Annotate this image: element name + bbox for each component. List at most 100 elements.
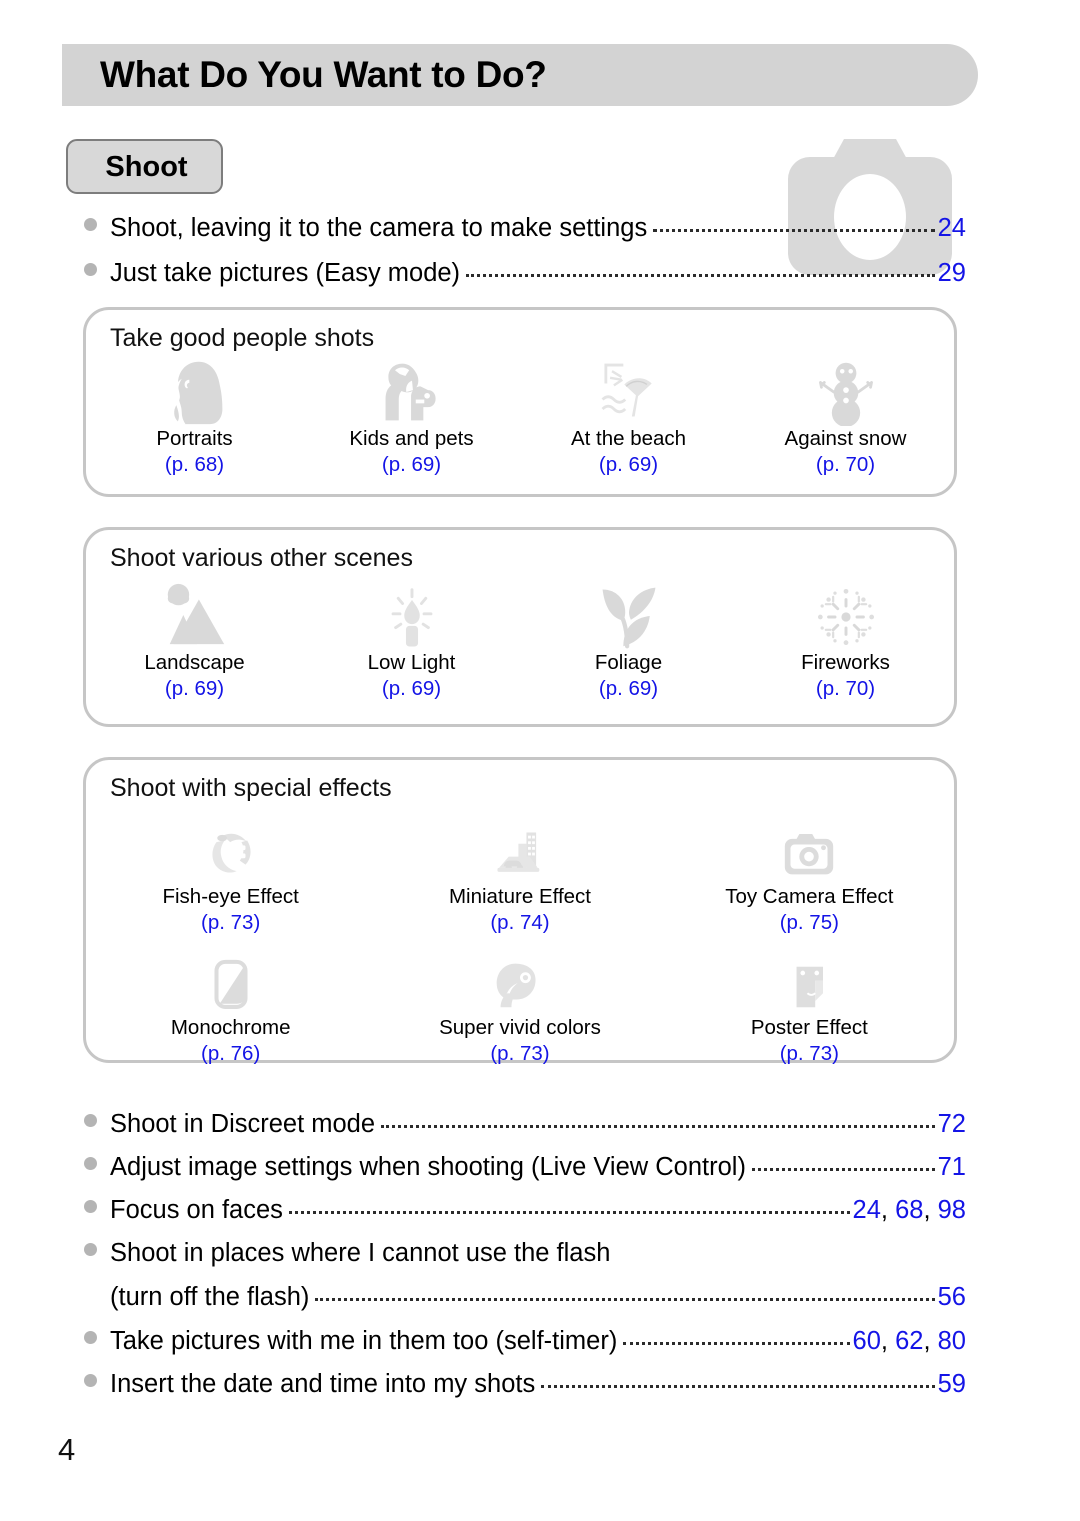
scene-tile-foliage[interactable]: Foliage (p. 69) bbox=[520, 578, 737, 702]
toc-page-3: 80 bbox=[937, 1327, 966, 1355]
effect-tile-monochrome[interactable]: Monochrome (p. 76) bbox=[86, 943, 375, 1067]
portrait-icon bbox=[86, 354, 303, 426]
fisheye-icon bbox=[86, 812, 375, 884]
leader-dots bbox=[751, 1168, 935, 1171]
scene-tile-page: (p. 69) bbox=[598, 677, 659, 700]
toc-entry-pages: 60, 62, 80 bbox=[852, 1327, 966, 1355]
effect-tile-label: Super vivid colors bbox=[439, 1016, 601, 1039]
scene-tile-against-snow[interactable]: Against snow (p. 70) bbox=[737, 354, 954, 478]
effect-tile-page: (p. 74) bbox=[490, 911, 550, 934]
effect-tile-label: Miniature Effect bbox=[448, 885, 592, 908]
scene-tile-portraits[interactable]: Portraits (p. 68) bbox=[86, 354, 303, 478]
toc-entry[interactable]: Focus on faces 24, 68, 98 bbox=[84, 1189, 966, 1232]
leader-dots bbox=[466, 274, 935, 277]
panel-title: Shoot with special effects bbox=[110, 774, 392, 802]
panel-title: Take good people shots bbox=[110, 324, 375, 352]
toc-page-2: 62 bbox=[895, 1327, 924, 1355]
miniature-icon bbox=[375, 812, 664, 884]
toc-entry[interactable]: Shoot in places where I cannot use the f… bbox=[84, 1232, 966, 1275]
scene-tile-page: (p. 70) bbox=[815, 677, 876, 700]
toc-entry-continuation: (turn off the flash) 56 bbox=[84, 1275, 966, 1320]
effect-tile-label: Toy Camera Effect bbox=[725, 885, 894, 908]
toc-entry-page: 24 bbox=[937, 214, 966, 242]
effect-tile-poster[interactable]: Poster Effect (p. 73) bbox=[665, 943, 954, 1067]
bullet-icon bbox=[84, 263, 97, 276]
toc-entry-pages: 24, 68, 98 bbox=[852, 1196, 966, 1224]
leader-dots bbox=[541, 1385, 935, 1388]
toc-list-bottom: Shoot in Discreet mode 72 Adjust image s… bbox=[84, 1103, 966, 1406]
scene-tile-label: Fireworks bbox=[801, 651, 890, 674]
scene-tile-fireworks[interactable]: Fireworks (p. 70) bbox=[737, 578, 954, 702]
toc-page-1: 60 bbox=[852, 1327, 881, 1355]
bullet-icon bbox=[84, 1157, 97, 1170]
scene-tile-at-the-beach[interactable]: At the beach (p. 69) bbox=[520, 354, 737, 478]
toc-entry[interactable]: Adjust image settings when shooting (Liv… bbox=[84, 1146, 966, 1189]
toc-entry[interactable]: Insert the date and time into my shots 5… bbox=[84, 1363, 966, 1406]
toc-entry[interactable]: Take pictures with me in them too (self-… bbox=[84, 1320, 966, 1363]
vivid-color-icon bbox=[375, 943, 664, 1015]
section-badge-shoot: Shoot bbox=[66, 139, 223, 194]
toc-entry-label: Adjust image settings when shooting (Liv… bbox=[110, 1153, 746, 1181]
toc-entry[interactable]: Shoot in Discreet mode 72 bbox=[84, 1103, 966, 1146]
effect-tile-fish-eye[interactable]: Fish-eye Effect (p. 73) bbox=[86, 812, 375, 936]
toy-camera-icon bbox=[665, 812, 954, 884]
scene-tile-page: (p. 69) bbox=[164, 677, 225, 700]
kids-and-pets-icon bbox=[303, 354, 520, 426]
leader-dots bbox=[381, 1125, 935, 1128]
bullet-icon bbox=[84, 1374, 97, 1387]
effect-tile-page: (p. 75) bbox=[779, 911, 839, 934]
page-title: What Do You Want to Do? bbox=[100, 54, 547, 95]
panel-take-good-people-shots: Take good people shots Portraits (p. 68) bbox=[83, 307, 957, 497]
effect-tile-page: (p. 76) bbox=[201, 1042, 261, 1065]
scene-tile-label: Foliage bbox=[594, 651, 663, 674]
scene-tile-label: At the beach bbox=[570, 427, 687, 450]
section-badge-label: Shoot bbox=[105, 151, 188, 183]
effect-tile-page: (p. 73) bbox=[490, 1042, 550, 1065]
scene-tile-label: Landscape bbox=[144, 651, 245, 674]
scene-tile-low-light[interactable]: Low Light (p. 69) bbox=[303, 578, 520, 702]
effect-tile-toy-camera[interactable]: Toy Camera Effect (p. 75) bbox=[665, 812, 954, 936]
toc-entry-label: Shoot in Discreet mode bbox=[110, 1110, 376, 1138]
bullet-icon bbox=[84, 218, 97, 231]
scene-tile-page: (p. 70) bbox=[815, 453, 876, 476]
toc-entry-label: Focus on faces bbox=[110, 1196, 283, 1224]
toc-entry-page: 59 bbox=[937, 1370, 966, 1398]
effect-tile-page: (p. 73) bbox=[201, 911, 261, 934]
leader-dots bbox=[315, 1298, 935, 1301]
page-number: 4 bbox=[58, 1432, 76, 1467]
monochrome-icon bbox=[86, 943, 375, 1015]
poster-icon bbox=[665, 943, 954, 1015]
toc-entry-label: Insert the date and time into my shots bbox=[110, 1370, 536, 1398]
bullet-icon bbox=[84, 1243, 97, 1256]
toc-entry[interactable]: Just take pictures (Easy mode) 29 bbox=[84, 251, 966, 296]
toc-entry-label: Shoot, leaving it to the camera to make … bbox=[110, 214, 648, 242]
toc-page-2: 68 bbox=[895, 1196, 924, 1224]
effect-tile-super-vivid-colors[interactable]: Super vivid colors (p. 73) bbox=[375, 943, 664, 1067]
toc-entry-page: 29 bbox=[937, 259, 966, 287]
toc-entry-label: Just take pictures (Easy mode) bbox=[110, 259, 461, 287]
scene-tile-page: (p. 69) bbox=[381, 453, 442, 476]
toc-entry-label: Take pictures with me in them too (self-… bbox=[110, 1327, 618, 1355]
toc-entry-page: 71 bbox=[937, 1153, 966, 1181]
scene-tile-label: Portraits bbox=[156, 427, 233, 450]
toc-page-1: 24 bbox=[852, 1196, 881, 1224]
toc-page-3: 98 bbox=[937, 1196, 966, 1224]
bullet-icon bbox=[84, 1114, 97, 1127]
effect-tile-miniature[interactable]: Miniature Effect (p. 74) bbox=[375, 812, 664, 936]
leader-dots bbox=[623, 1342, 850, 1345]
scene-tile-kids-and-pets[interactable]: Kids and pets (p. 69) bbox=[303, 354, 520, 478]
scene-tile-label: Low Light bbox=[367, 651, 456, 674]
snowman-icon bbox=[737, 354, 954, 426]
beach-icon bbox=[520, 354, 737, 426]
toc-entry-label-cont: (turn off the flash) bbox=[110, 1283, 310, 1311]
scene-tile-label: Kids and pets bbox=[349, 427, 474, 450]
scene-tile-landscape[interactable]: Landscape (p. 69) bbox=[86, 578, 303, 702]
effect-tile-label: Poster Effect bbox=[750, 1016, 868, 1039]
panel-title: Shoot various other scenes bbox=[110, 544, 413, 572]
bullet-icon bbox=[84, 1200, 97, 1213]
scene-tile-page: (p. 69) bbox=[598, 453, 659, 476]
panel-shoot-various-other-scenes: Shoot various other scenes Landscape (p.… bbox=[83, 527, 957, 727]
toc-entry-label: Shoot in places where I cannot use the f… bbox=[110, 1239, 611, 1267]
toc-entry[interactable]: Shoot, leaving it to the camera to make … bbox=[84, 206, 966, 251]
toc-entry-page: 56 bbox=[937, 1283, 966, 1311]
